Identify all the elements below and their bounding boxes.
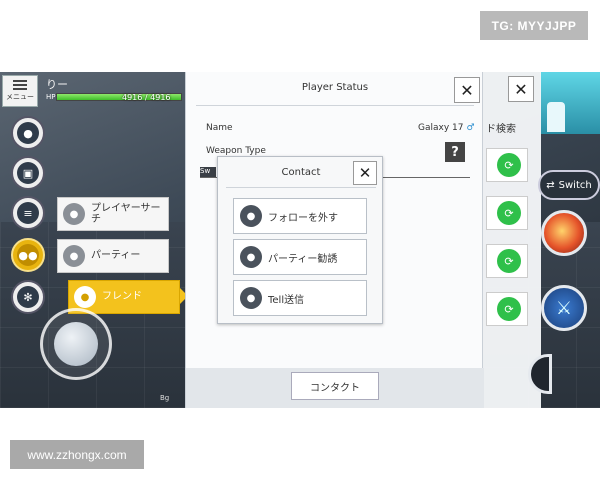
bag-icon: ▣ (17, 162, 39, 184)
friends-icon: ●● (17, 244, 39, 266)
gear-icon: ✻ (17, 286, 39, 308)
hamburger-icon (13, 80, 27, 90)
player-status-title: Player Status (301, 82, 369, 93)
player-status-close-button[interactable]: ✕ (454, 77, 480, 103)
switch-button[interactable]: ⇄ Switch (538, 170, 600, 200)
weapon-type-label: Weapon Type (206, 146, 266, 156)
unfollow-button[interactable]: ● フォローを外す (233, 198, 367, 234)
party-invite-button[interactable]: ● パーティー勧誘 (233, 239, 367, 275)
search-label[interactable]: ド検索 (486, 114, 526, 140)
person-plus-icon: ● (240, 246, 262, 268)
divider (196, 105, 474, 106)
party-button[interactable]: ● パーティー (57, 239, 169, 273)
party-invite-label: パーティー勧誘 (268, 253, 338, 265)
friend-label: フレンド (102, 291, 142, 303)
menu-button[interactable]: メニュー (2, 75, 38, 107)
person-minus-icon: ● (240, 205, 262, 227)
player-name: りー (46, 78, 68, 91)
watermark-bottom: www.zzhongx.com (10, 440, 144, 469)
quest-icon: ≡ (17, 202, 39, 224)
party-label: パーティー (91, 250, 141, 262)
name-value: Galaxy 17 ♂ (418, 123, 475, 133)
virtual-joystick[interactable] (40, 308, 112, 380)
person-icon: ● (63, 203, 85, 225)
add-contact-icon[interactable]: ⟳ (497, 297, 521, 321)
male-icon: ♂ (466, 123, 475, 133)
hp-label: HP (46, 93, 56, 101)
close-icon: ✕ (460, 80, 474, 100)
player-search-button[interactable]: ● プレイヤーサーチ (57, 197, 169, 231)
friend-list-close-button[interactable]: ✕ (508, 76, 534, 102)
sword-icon: ⚔ (555, 297, 573, 319)
contact-close-button[interactable]: ✕ (353, 161, 377, 185)
person-message-icon: ● (240, 287, 262, 309)
switch-icon: ⇄ (546, 179, 555, 191)
profile-icon: ● (17, 122, 39, 144)
add-contact-icon[interactable]: ⟳ (497, 249, 521, 273)
add-contact-icon[interactable]: ⟳ (497, 153, 521, 177)
hp-value: 4916 / 4916 (122, 93, 171, 102)
tell-send-label: Tell送信 (268, 294, 305, 306)
player-search-label: プレイヤーサーチ (91, 202, 161, 226)
friend-icon: ● (74, 286, 96, 308)
friends-button[interactable]: ●● (11, 238, 45, 272)
divider (226, 187, 376, 188)
weapon-tab[interactable]: Sw (200, 167, 216, 177)
joystick-knob[interactable] (54, 322, 98, 366)
name-label: Name (206, 123, 233, 133)
scenery-statue (547, 102, 565, 132)
settings-button[interactable]: ✻ (11, 280, 45, 314)
unfollow-label: フォローを外す (268, 212, 338, 224)
corner-label: Bg (160, 394, 170, 402)
game-screen: メニュー りー HP 4916 / 4916 ● ▣ ≡ ●● ✻ ● プレイヤ… (0, 72, 600, 408)
party-icon: ● (63, 245, 85, 267)
attack-sword-button[interactable]: ⚔ (541, 285, 587, 331)
watermark-top: TG: MYYJJPP (480, 11, 588, 40)
bag-button[interactable]: ▣ (11, 156, 45, 190)
close-icon: ✕ (514, 79, 528, 99)
close-icon: ✕ (358, 164, 372, 182)
skill-fire-button[interactable] (541, 210, 587, 256)
help-icon[interactable]: ? (445, 142, 465, 162)
switch-label: Switch (558, 179, 592, 191)
contact-dialog: Contact ✕ ● フォローを外す ● パーティー勧誘 ● Tell送信 (217, 156, 383, 324)
quest-button[interactable]: ≡ (11, 196, 45, 230)
add-contact-icon[interactable]: ⟳ (497, 201, 521, 225)
profile-button[interactable]: ● (11, 116, 45, 150)
contact-button[interactable]: コンタクト (291, 372, 379, 400)
player-name-value: Galaxy 17 (418, 123, 464, 133)
tell-send-button[interactable]: ● Tell送信 (233, 280, 367, 316)
menu-label: メニュー (6, 93, 34, 101)
